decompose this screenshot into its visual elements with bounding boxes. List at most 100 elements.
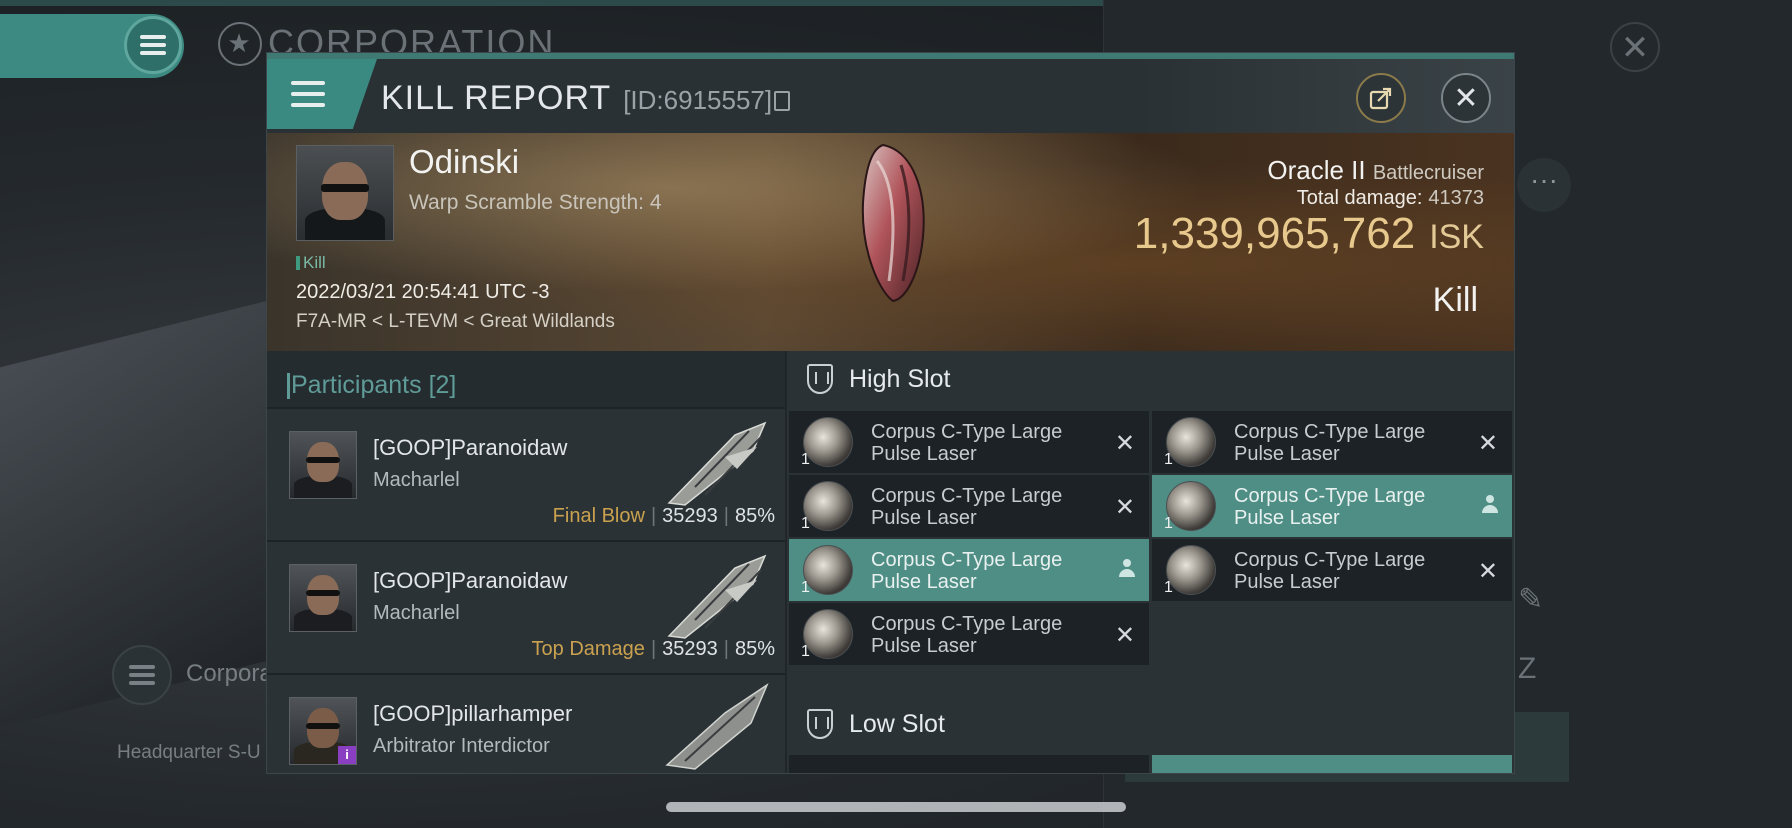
close-button[interactable]: ✕	[1441, 73, 1491, 123]
module-quantity: 1	[801, 451, 810, 468]
module-item[interactable]: 1 Corpus C-Type Large Pulse Laser ✕	[1152, 539, 1512, 601]
participant-ship-image[interactable]	[665, 683, 769, 773]
ship-class: Battlecruiser	[1372, 162, 1484, 184]
menu-icon	[140, 35, 166, 55]
participant-ship-image[interactable]	[665, 417, 769, 507]
more-options-button[interactable]: ···	[1517, 158, 1571, 212]
close-icon: ✕	[1453, 81, 1479, 115]
isk-value: 1,339,965,762 ISK	[1134, 209, 1484, 259]
isk-amount: 1,339,965,762	[1133, 209, 1416, 258]
pulse-laser-icon	[1166, 545, 1216, 595]
home-indicator[interactable]	[666, 802, 1126, 812]
participant-avatar[interactable]: i	[289, 697, 357, 765]
participants-header: Participants [2]	[286, 371, 457, 400]
isk-unit: ISK	[1429, 218, 1484, 256]
participant-damage: 35293	[662, 638, 718, 660]
pulse-laser-icon	[1166, 417, 1216, 467]
module-item[interactable]: 1 Corpus C-Type Large Pulse Laser ✕	[789, 411, 1149, 473]
victim-ship-image[interactable]	[853, 141, 933, 303]
participant-name[interactable]: [GOOP]Paranoidaw	[373, 435, 567, 461]
participant-stats: Top Damage | 35293 | 85%	[531, 638, 775, 660]
module-item[interactable]: 1 Corpus C-Type Large Pulse Laser ✕	[1152, 411, 1512, 473]
copy-icon[interactable]	[774, 91, 791, 111]
filter-icon[interactable]: Z	[1518, 652, 1536, 686]
destroyed-icon: ✕	[1477, 558, 1498, 585]
module-quantity: 1	[801, 643, 810, 660]
edit-icon[interactable]: ✎	[1518, 582, 1543, 617]
participant-row[interactable]: [GOOP]Paranoidaw Macharlel Top Damage | 35…	[267, 540, 785, 673]
destroyed-icon: ✕	[1477, 430, 1498, 457]
victim-avatar[interactable]	[296, 145, 394, 241]
participants-label: Participants	[291, 371, 422, 399]
kill-date: 2022/03/21 20:54:41 UTC -3	[296, 281, 550, 303]
share-button[interactable]	[1356, 73, 1406, 123]
participant-ship-image[interactable]	[665, 550, 769, 640]
pulse-laser-icon	[803, 417, 853, 467]
participant-role: Final Blow	[552, 505, 645, 527]
module-name: Corpus C-Type Large Pulse Laser	[1234, 421, 1426, 465]
victim-name[interactable]: Odinski	[409, 143, 519, 181]
modal-title: KILL REPORT [ID:6915557]	[381, 79, 791, 118]
modal-header: KILL REPORT [ID:6915557] ✕	[267, 59, 1514, 135]
module-name: Corpus C-Type Large Pulse Laser	[871, 485, 1063, 529]
modal-menu-button[interactable]	[267, 59, 377, 129]
background-close-button[interactable]: ✕	[1610, 22, 1660, 72]
module-item[interactable]: 1 Corpus C-Type Large Pulse Laser ✕	[789, 603, 1149, 665]
share-icon	[1369, 87, 1392, 110]
kill-id-text: [ID:6915557]	[623, 85, 773, 115]
high-slot-header: High Slot	[787, 351, 1514, 409]
low-slot-header: Low Slot	[787, 696, 1514, 754]
high-slot-icon	[807, 364, 833, 394]
total-damage-value: 41373	[1428, 187, 1484, 209]
destroyed-icon: ✕	[1114, 494, 1135, 521]
participant-name[interactable]: [GOOP]Paranoidaw	[373, 568, 567, 594]
fitting-slots-panel: High Slot 1 Corpus C-Type Large Pulse La…	[787, 351, 1514, 773]
participant-row[interactable]: i [GOOP]pillarhamper Arbitrator Interdic…	[267, 673, 785, 773]
module-item-partial[interactable]	[1152, 755, 1512, 773]
participants-panel: Participants [2] [GOOP]Paranoidaw Machar…	[267, 351, 785, 773]
participant-percent: 85%	[734, 638, 775, 660]
kill-tag: Kill	[296, 253, 326, 273]
pulse-laser-icon	[1166, 481, 1216, 531]
kill-id[interactable]: [ID:6915557]	[623, 85, 791, 116]
module-quantity: 1	[801, 579, 810, 596]
pulse-laser-icon	[803, 545, 853, 595]
participants-count: [2]	[428, 371, 457, 399]
info-badge[interactable]: i	[338, 746, 356, 764]
module-name: Corpus C-Type Large Pulse Laser	[871, 421, 1063, 465]
low-slot-title: Low Slot	[849, 710, 945, 738]
victim-subtitle: Warp Scramble Strength: 4	[409, 191, 662, 214]
module-item[interactable]: 1 Corpus C-Type Large Pulse Laser	[1152, 475, 1512, 537]
participant-role: Top Damage	[531, 638, 645, 660]
dropped-icon	[1482, 495, 1498, 515]
dropped-icon	[1119, 559, 1135, 579]
module-quantity: 1	[1164, 579, 1173, 596]
headquarter-label: Headquarter S-U	[117, 742, 261, 763]
participant-name[interactable]: [GOOP]pillarhamper	[373, 701, 572, 727]
corporation-label[interactable]: Corpora	[186, 660, 273, 688]
total-damage-label: Total damage:	[1296, 187, 1423, 209]
main-menu-button[interactable]	[124, 16, 182, 74]
kill-report-modal: KILL REPORT [ID:6915557] ✕ Odinski Warp …	[266, 52, 1515, 774]
module-item[interactable]: 1 Corpus C-Type Large Pulse Laser	[789, 539, 1149, 601]
victim-ship-type[interactable]: Oracle II Battlecruiser	[1267, 155, 1484, 186]
kill-location[interactable]: F7A-MR < L-TEVM < Great Wildlands	[296, 311, 615, 333]
kill-tag-text: Kill	[303, 253, 326, 272]
victim-banner: Odinski Warp Scramble Strength: 4 Kill 2…	[267, 133, 1514, 351]
module-quantity: 1	[1164, 515, 1173, 532]
kill-report-title: KILL REPORT	[381, 79, 612, 117]
participant-avatar[interactable]	[289, 431, 357, 499]
participant-avatar[interactable]	[289, 564, 357, 632]
module-name: Corpus C-Type Large Pulse Laser	[871, 613, 1063, 657]
pulse-laser-icon	[803, 609, 853, 659]
module-name: Corpus C-Type Large Pulse Laser	[871, 549, 1063, 593]
menu-icon	[129, 665, 155, 685]
participant-row[interactable]: [GOOP]Paranoidaw Macharlel Final Blow | 35…	[267, 407, 785, 540]
module-item-partial[interactable]	[789, 755, 1149, 773]
low-slot-icon	[807, 709, 833, 739]
module-name: Corpus C-Type Large Pulse Laser	[1234, 549, 1426, 593]
high-slot-title: High Slot	[849, 365, 951, 393]
corporation-menu-button[interactable]	[112, 645, 172, 705]
star-icon: ★	[218, 22, 262, 66]
module-item[interactable]: 1 Corpus C-Type Large Pulse Laser ✕	[789, 475, 1149, 537]
